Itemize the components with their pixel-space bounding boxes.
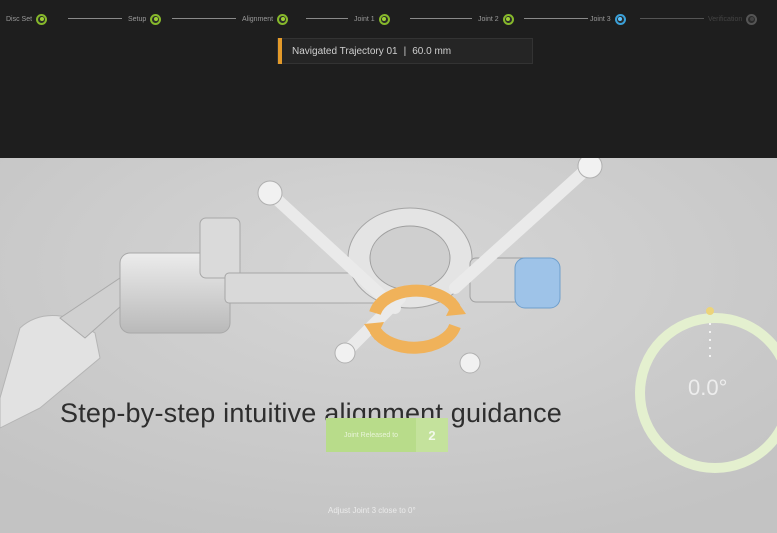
check-icon — [378, 13, 390, 25]
step-disc-set[interactable]: Disc Set — [6, 8, 48, 30]
step-connector — [172, 18, 236, 19]
check-icon — [502, 13, 514, 25]
joint-release-button[interactable]: Joint Released to 2 — [326, 418, 448, 452]
step-alignment[interactable]: Alignment — [242, 8, 289, 30]
step-connector — [68, 18, 122, 19]
app-window: Disc Set Setup Alignment Joint 1 Joint 2… — [0, 0, 777, 533]
step-joint-1[interactable]: Joint 1 — [354, 8, 390, 30]
pending-step-icon — [746, 13, 758, 25]
joint-release-label: Joint Released to — [343, 431, 399, 439]
trajectory-separator: | — [403, 45, 407, 57]
check-icon — [36, 13, 48, 25]
step-label: Disc Set — [6, 15, 33, 23]
device-3d-view[interactable]: 0.0° Step-by-step intuitive alignment gu… — [0, 158, 777, 533]
trajectory-depth: 60.0 mm — [412, 45, 452, 57]
check-icon — [150, 13, 162, 25]
trajectory-accent-bar — [278, 38, 282, 64]
step-verification[interactable]: Verification — [708, 8, 758, 30]
step-label: Joint 2 — [478, 15, 499, 23]
step-label: Verification — [708, 15, 743, 23]
check-icon — [277, 13, 289, 25]
step-connector — [524, 18, 588, 19]
workflow-stepper: Disc Set Setup Alignment Joint 1 Joint 2… — [0, 8, 777, 30]
trajectory-name: Navigated Trajectory 01 — [292, 45, 398, 57]
step-joint-2[interactable]: Joint 2 — [478, 8, 514, 30]
joint-release-count: 2 — [416, 418, 448, 452]
trajectory-indicator[interactable]: Navigated Trajectory 01 | 60.0 mm — [277, 38, 533, 64]
alignment-device-illustration — [0, 158, 777, 533]
step-connector — [640, 18, 704, 19]
step-setup[interactable]: Setup — [128, 8, 162, 30]
instruction-text: Adjust Joint 3 close to 0° — [328, 506, 416, 515]
navigation-panel: Disc Set Setup Alignment Joint 1 Joint 2… — [0, 0, 777, 158]
current-step-icon — [614, 13, 626, 25]
step-label: Joint 3 — [590, 15, 611, 23]
step-label: Alignment — [242, 15, 274, 23]
step-label: Setup — [128, 15, 147, 23]
step-label: Joint 1 — [354, 15, 375, 23]
step-connector — [306, 18, 348, 19]
step-connector — [410, 18, 472, 19]
step-joint-3[interactable]: Joint 3 — [590, 8, 626, 30]
